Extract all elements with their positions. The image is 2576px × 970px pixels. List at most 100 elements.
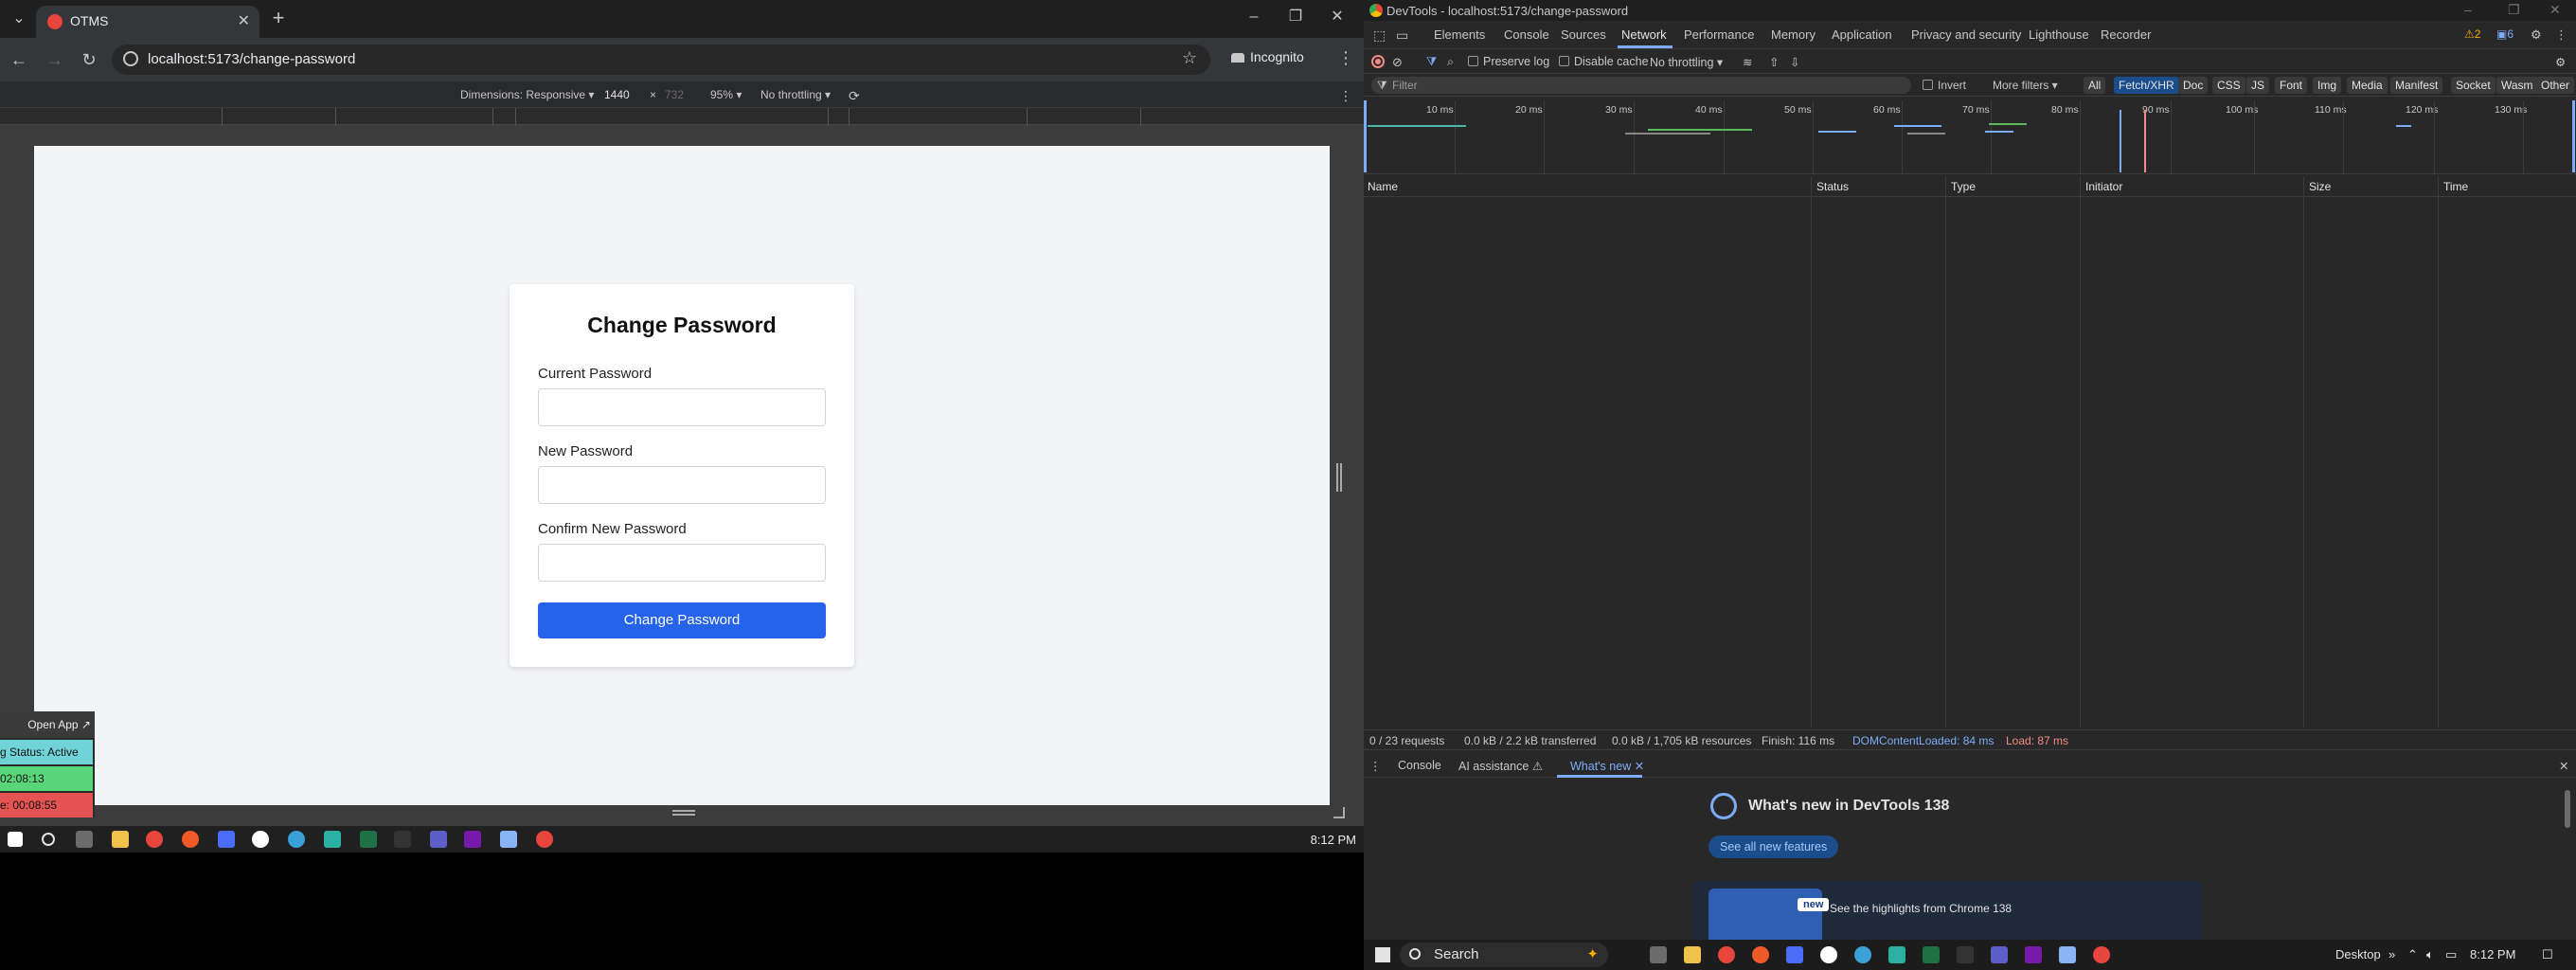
- tab-close-icon[interactable]: ✕: [238, 11, 250, 30]
- zoom-dropdown[interactable]: 95% ▾: [710, 88, 742, 101]
- change-password-button[interactable]: Change Password: [538, 602, 826, 638]
- viewport-resize-handle-corner[interactable]: [1333, 807, 1345, 818]
- overview-range-handle-right[interactable]: [2572, 100, 2575, 172]
- highlights-card[interactable]: new See the highlights from Chrome 138: [1691, 881, 2203, 947]
- app-icon-white[interactable]: [1820, 946, 1837, 963]
- app-icon-orange[interactable]: [1752, 946, 1769, 963]
- address-bar[interactable]: localhost:5173/change-password ☆: [112, 45, 1210, 75]
- viewport-resize-handle-right[interactable]: [1336, 463, 1342, 492]
- app-icon-green[interactable]: [1888, 946, 1905, 963]
- chip-other[interactable]: Other: [2536, 77, 2575, 94]
- network-throttling-dropdown[interactable]: No throttling ▾: [1650, 55, 1723, 69]
- device-toggle-icon[interactable]: ▭: [1396, 27, 1408, 44]
- column-header-initiator[interactable]: Initiator: [2085, 180, 2122, 193]
- chrome-app-icon[interactable]: [1718, 946, 1735, 963]
- preserve-log-checkbox[interactable]: Preserve log: [1468, 55, 1549, 68]
- app-icon-teal[interactable]: [288, 831, 305, 848]
- warnings-badge[interactable]: ⚠2: [2464, 27, 2480, 41]
- battery-icon[interactable]: ▭: [2445, 947, 2457, 962]
- export-har-icon[interactable]: ⇩: [1790, 55, 1799, 69]
- minimize-icon[interactable]: –: [2464, 2, 2472, 17]
- network-settings-icon[interactable]: ⚙: [2555, 55, 2566, 69]
- tab-application[interactable]: Application: [1832, 27, 1892, 42]
- app-icon-white[interactable]: [252, 831, 269, 848]
- new-tab-plus-icon[interactable]: +: [267, 8, 290, 30]
- column-header-time[interactable]: Time: [2443, 180, 2468, 193]
- tab-search-chevron-icon[interactable]: ⌄: [8, 8, 30, 30]
- reload-icon[interactable]: ↻: [78, 48, 100, 71]
- back-arrow-icon[interactable]: ←: [8, 48, 30, 71]
- record-icon[interactable]: [1371, 55, 1385, 68]
- see-all-features-button[interactable]: See all new features: [1708, 835, 1839, 858]
- app-icon-light-blue[interactable]: [500, 831, 517, 848]
- chip-css[interactable]: CSS: [2212, 77, 2245, 94]
- drawer-tab-console[interactable]: Console: [1398, 759, 1441, 772]
- more-filters-dropdown[interactable]: More filters ▾: [1993, 79, 2058, 92]
- new-password-input[interactable]: [538, 466, 826, 504]
- chip-img[interactable]: Img: [2313, 77, 2342, 94]
- width-input[interactable]: 1440: [604, 88, 630, 101]
- tab-performance[interactable]: Performance: [1684, 27, 1754, 42]
- chip-socket[interactable]: Socket: [2451, 77, 2496, 94]
- task-view-icon[interactable]: [76, 831, 93, 848]
- overview-range-handle-left[interactable]: [1364, 100, 1367, 172]
- viewport-resize-handle-bottom[interactable]: [672, 810, 695, 816]
- chip-manifest[interactable]: Manifest: [2390, 77, 2443, 94]
- file-explorer-icon[interactable]: [112, 831, 129, 848]
- tab-console[interactable]: Console: [1504, 27, 1549, 42]
- terminal-icon[interactable]: [394, 831, 411, 848]
- issues-badge[interactable]: ▣6: [2496, 27, 2513, 41]
- app-icon-green[interactable]: [324, 831, 341, 848]
- chip-media[interactable]: Media: [2347, 77, 2388, 94]
- invert-checkbox[interactable]: Invert: [1923, 79, 1966, 92]
- tab-sources[interactable]: Sources: [1561, 27, 1606, 42]
- chip-doc[interactable]: Doc: [2178, 77, 2209, 94]
- incognito-indicator[interactable]: Incognito: [1231, 49, 1304, 64]
- app-icon-blue[interactable]: [218, 831, 235, 848]
- tab-recorder[interactable]: Recorder: [2101, 27, 2151, 42]
- forward-arrow-icon[interactable]: →: [44, 48, 66, 71]
- chip-font[interactable]: Font: [2275, 77, 2308, 94]
- import-har-icon[interactable]: ⇧: [1769, 55, 1779, 69]
- onenote-icon[interactable]: [464, 831, 481, 848]
- column-header-name[interactable]: Name: [1368, 180, 1398, 193]
- chrome-app-icon-2[interactable]: [2093, 946, 2110, 963]
- column-header-size[interactable]: Size: [2309, 180, 2331, 193]
- drawer-close-icon[interactable]: ✕: [2559, 759, 2568, 773]
- onenote-icon[interactable]: [2025, 946, 2042, 963]
- confirm-password-input[interactable]: [538, 544, 826, 582]
- throttling-dropdown[interactable]: No throttling ▾: [760, 88, 831, 101]
- app-icon-blue[interactable]: [1786, 946, 1803, 963]
- chrome-app-icon-2[interactable]: [536, 831, 553, 848]
- chip-all[interactable]: All: [2084, 77, 2106, 94]
- clear-icon[interactable]: ⊘: [1392, 55, 1403, 70]
- filter-input[interactable]: ⧩ Filter: [1371, 77, 1911, 94]
- file-explorer-icon[interactable]: [1684, 946, 1701, 963]
- drawer-tab-whats-new[interactable]: What's new ✕: [1570, 759, 1644, 773]
- notifications-icon[interactable]: ☐: [2542, 947, 2553, 962]
- chrome-menu-icon[interactable]: ⋮: [1337, 48, 1354, 68]
- window-close-icon[interactable]: ✕: [1326, 6, 1349, 28]
- taskbar-search-box[interactable]: Search ✦: [1400, 943, 1608, 967]
- settings-gear-icon[interactable]: ⚙: [2531, 27, 2542, 43]
- tab-elements[interactable]: Elements: [1434, 27, 1485, 42]
- restore-icon[interactable]: ❐: [2508, 2, 2520, 18]
- drawer-menu-icon[interactable]: ⋮: [1369, 759, 1382, 773]
- tray-expand-icon[interactable]: »: [2388, 947, 2395, 961]
- desktop-label[interactable]: Desktop: [2335, 947, 2381, 961]
- tray-chevron-icon[interactable]: ⌃: [2407, 947, 2418, 962]
- windows-start-icon[interactable]: [1375, 947, 1390, 962]
- window-close-icon[interactable]: ✕: [2549, 2, 2561, 18]
- bookmark-star-icon[interactable]: ☆: [1182, 48, 1197, 68]
- teams-icon[interactable]: [1991, 946, 2008, 963]
- chip-js[interactable]: JS: [2246, 77, 2270, 94]
- search-icon[interactable]: ⌕: [1447, 55, 1454, 69]
- excel-icon[interactable]: [1923, 946, 1940, 963]
- minimize-icon[interactable]: –: [1243, 6, 1265, 28]
- drawer-tab-ai-assistance[interactable]: AI assistance ⚠: [1458, 759, 1543, 773]
- current-password-input[interactable]: [538, 388, 826, 426]
- chrome-app-icon[interactable]: [146, 831, 163, 848]
- windows-start-icon[interactable]: [8, 832, 23, 847]
- app-icon-light-blue[interactable]: [2059, 946, 2076, 963]
- site-info-icon[interactable]: [123, 51, 138, 66]
